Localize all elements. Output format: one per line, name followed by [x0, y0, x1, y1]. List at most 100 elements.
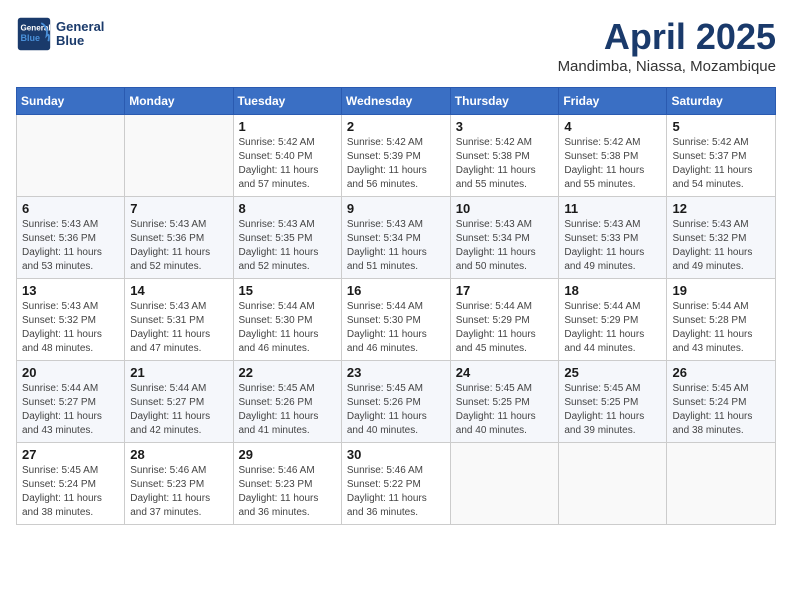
day-number: 13 [22, 283, 119, 298]
calendar-header-row: SundayMondayTuesdayWednesdayThursdayFrid… [17, 88, 776, 115]
day-number: 11 [564, 201, 661, 216]
day-detail: Sunrise: 5:42 AM Sunset: 5:40 PM Dayligh… [239, 136, 336, 192]
logo-icon: General Blue [16, 16, 52, 52]
calendar-cell: 3 Sunrise: 5:42 AM Sunset: 5:38 PM Daylig… [450, 115, 559, 197]
calendar-cell: 24 Sunrise: 5:45 AM Sunset: 5:25 PM Dayli… [450, 361, 559, 443]
day-number: 7 [130, 201, 227, 216]
calendar-cell: 1 Sunrise: 5:42 AM Sunset: 5:40 PM Daylig… [233, 115, 341, 197]
calendar-cell: 18 Sunrise: 5:44 AM Sunset: 5:29 PM Dayli… [559, 279, 667, 361]
day-detail: Sunrise: 5:45 AM Sunset: 5:26 PM Dayligh… [239, 382, 336, 438]
day-detail: Sunrise: 5:45 AM Sunset: 5:24 PM Dayligh… [22, 464, 119, 520]
calendar-cell [667, 443, 776, 525]
day-detail: Sunrise: 5:44 AM Sunset: 5:29 PM Dayligh… [564, 300, 661, 356]
calendar-cell: 21Sunrise: 5:44 AM Sunset: 5:27 PM Dayli… [125, 361, 233, 443]
day-detail: Sunrise: 5:43 AM Sunset: 5:32 PM Dayligh… [22, 300, 119, 356]
day-number: 14 [130, 283, 227, 298]
calendar-cell: 9Sunrise: 5:43 AM Sunset: 5:34 PM Daylig… [341, 197, 450, 279]
calendar-cell: 25 Sunrise: 5:45 AM Sunset: 5:25 PM Dayli… [559, 361, 667, 443]
calendar-cell: 5 Sunrise: 5:42 AM Sunset: 5:37 PM Daylig… [667, 115, 776, 197]
logo-text: General Blue [56, 20, 104, 49]
day-detail: Sunrise: 5:45 AM Sunset: 5:25 PM Dayligh… [456, 382, 554, 438]
calendar-week-row: 27 Sunrise: 5:45 AM Sunset: 5:24 PM Dayli… [17, 443, 776, 525]
day-number: 18 [564, 283, 661, 298]
day-number: 24 [456, 365, 554, 380]
weekday-header: Friday [559, 88, 667, 115]
logo-line2: Blue [56, 34, 104, 48]
calendar-week-row: 6 Sunrise: 5:43 AM Sunset: 5:36 PM Daylig… [17, 197, 776, 279]
day-number: 5 [672, 119, 770, 134]
header: General Blue General Blue April 2025 Man… [16, 16, 776, 75]
calendar-cell: 19Sunrise: 5:44 AM Sunset: 5:28 PM Dayli… [667, 279, 776, 361]
calendar-cell: 30 Sunrise: 5:46 AM Sunset: 5:22 PM Dayli… [341, 443, 450, 525]
day-detail: Sunrise: 5:43 AM Sunset: 5:34 PM Dayligh… [456, 218, 554, 274]
day-detail: Sunrise: 5:45 AM Sunset: 5:26 PM Dayligh… [347, 382, 445, 438]
day-number: 1 [239, 119, 336, 134]
calendar-cell [125, 115, 233, 197]
day-number: 25 [564, 365, 661, 380]
day-detail: Sunrise: 5:45 AM Sunset: 5:24 PM Dayligh… [672, 382, 770, 438]
day-number: 22 [239, 365, 336, 380]
location-title: Mandimba, Niassa, Mozambique [558, 58, 776, 75]
day-detail: Sunrise: 5:42 AM Sunset: 5:39 PM Dayligh… [347, 136, 445, 192]
calendar-cell [450, 443, 559, 525]
calendar-cell: 29 Sunrise: 5:46 AM Sunset: 5:23 PM Dayli… [233, 443, 341, 525]
day-number: 26 [672, 365, 770, 380]
weekday-header: Tuesday [233, 88, 341, 115]
day-number: 8 [239, 201, 336, 216]
day-detail: Sunrise: 5:43 AM Sunset: 5:36 PM Dayligh… [130, 218, 227, 274]
calendar-cell: 16 Sunrise: 5:44 AM Sunset: 5:30 PM Dayli… [341, 279, 450, 361]
day-number: 21 [130, 365, 227, 380]
calendar-cell: 6 Sunrise: 5:43 AM Sunset: 5:36 PM Daylig… [17, 197, 125, 279]
day-detail: Sunrise: 5:42 AM Sunset: 5:38 PM Dayligh… [456, 136, 554, 192]
calendar-cell: 7 Sunrise: 5:43 AM Sunset: 5:36 PM Daylig… [125, 197, 233, 279]
day-detail: Sunrise: 5:44 AM Sunset: 5:30 PM Dayligh… [347, 300, 445, 356]
day-detail: Sunrise: 5:45 AM Sunset: 5:25 PM Dayligh… [564, 382, 661, 438]
day-number: 30 [347, 447, 445, 462]
calendar-cell: 14 Sunrise: 5:43 AM Sunset: 5:31 PM Dayli… [125, 279, 233, 361]
calendar-cell: 26 Sunrise: 5:45 AM Sunset: 5:24 PM Dayli… [667, 361, 776, 443]
day-number: 29 [239, 447, 336, 462]
calendar-week-row: 1 Sunrise: 5:42 AM Sunset: 5:40 PM Daylig… [17, 115, 776, 197]
day-number: 2 [347, 119, 445, 134]
day-detail: Sunrise: 5:43 AM Sunset: 5:33 PM Dayligh… [564, 218, 661, 274]
title-area: April 2025 Mandimba, Niassa, Mozambique [558, 16, 776, 75]
calendar-cell [17, 115, 125, 197]
calendar-cell: 12Sunrise: 5:43 AM Sunset: 5:32 PM Dayli… [667, 197, 776, 279]
day-number: 10 [456, 201, 554, 216]
calendar-cell: 20 Sunrise: 5:44 AM Sunset: 5:27 PM Dayli… [17, 361, 125, 443]
calendar-cell: 28 Sunrise: 5:46 AM Sunset: 5:23 PM Dayli… [125, 443, 233, 525]
calendar-body: 1 Sunrise: 5:42 AM Sunset: 5:40 PM Daylig… [17, 115, 776, 525]
calendar-cell: 2 Sunrise: 5:42 AM Sunset: 5:39 PM Daylig… [341, 115, 450, 197]
day-detail: Sunrise: 5:44 AM Sunset: 5:27 PM Dayligh… [22, 382, 119, 438]
calendar-cell [559, 443, 667, 525]
day-number: 27 [22, 447, 119, 462]
day-detail: Sunrise: 5:46 AM Sunset: 5:22 PM Dayligh… [347, 464, 445, 520]
day-detail: Sunrise: 5:44 AM Sunset: 5:30 PM Dayligh… [239, 300, 336, 356]
day-detail: Sunrise: 5:44 AM Sunset: 5:29 PM Dayligh… [456, 300, 554, 356]
calendar-cell: 8Sunrise: 5:43 AM Sunset: 5:35 PM Daylig… [233, 197, 341, 279]
day-number: 16 [347, 283, 445, 298]
weekday-header: Thursday [450, 88, 559, 115]
day-detail: Sunrise: 5:42 AM Sunset: 5:37 PM Dayligh… [672, 136, 770, 192]
calendar-table: SundayMondayTuesdayWednesdayThursdayFrid… [16, 87, 776, 525]
day-number: 19 [672, 283, 770, 298]
day-number: 3 [456, 119, 554, 134]
calendar-cell: 4Sunrise: 5:42 AM Sunset: 5:38 PM Daylig… [559, 115, 667, 197]
calendar-cell: 13 Sunrise: 5:43 AM Sunset: 5:32 PM Dayli… [17, 279, 125, 361]
logo: General Blue General Blue [16, 16, 104, 52]
day-detail: Sunrise: 5:42 AM Sunset: 5:38 PM Dayligh… [564, 136, 661, 192]
day-number: 28 [130, 447, 227, 462]
calendar-week-row: 20 Sunrise: 5:44 AM Sunset: 5:27 PM Dayli… [17, 361, 776, 443]
day-number: 9 [347, 201, 445, 216]
day-number: 20 [22, 365, 119, 380]
day-detail: Sunrise: 5:43 AM Sunset: 5:31 PM Dayligh… [130, 300, 227, 356]
day-detail: Sunrise: 5:43 AM Sunset: 5:36 PM Dayligh… [22, 218, 119, 274]
day-number: 15 [239, 283, 336, 298]
day-number: 23 [347, 365, 445, 380]
day-number: 17 [456, 283, 554, 298]
day-detail: Sunrise: 5:46 AM Sunset: 5:23 PM Dayligh… [239, 464, 336, 520]
day-number: 6 [22, 201, 119, 216]
calendar-cell: 11 Sunrise: 5:43 AM Sunset: 5:33 PM Dayli… [559, 197, 667, 279]
day-detail: Sunrise: 5:46 AM Sunset: 5:23 PM Dayligh… [130, 464, 227, 520]
month-title: April 2025 [558, 16, 776, 58]
